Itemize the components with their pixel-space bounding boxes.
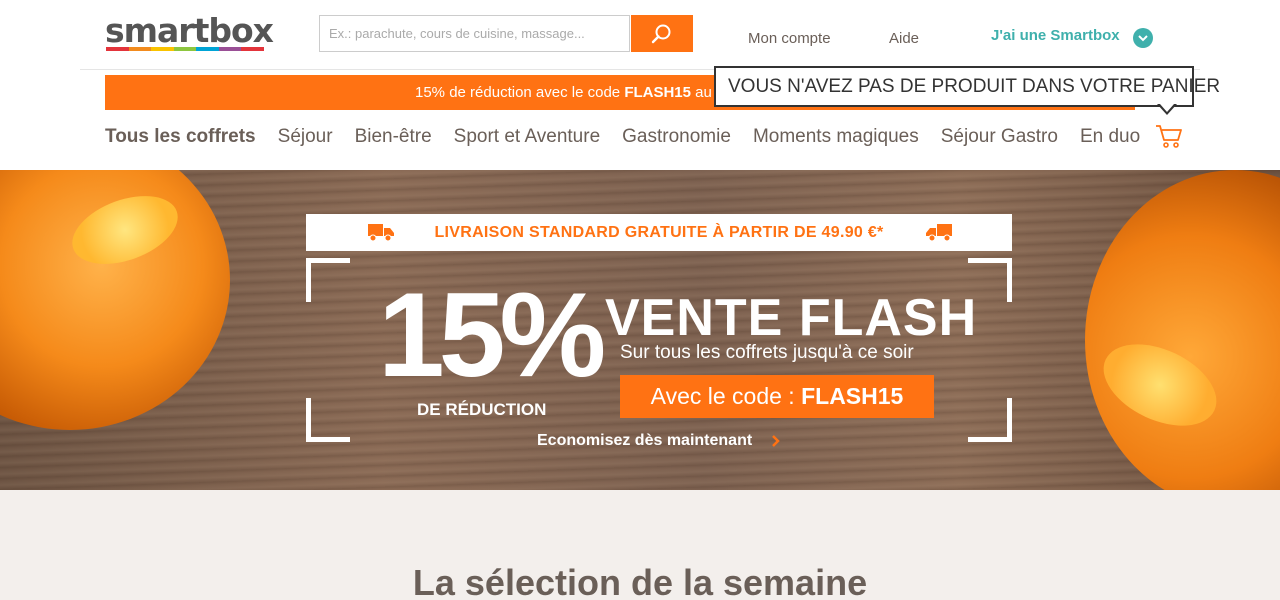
nav-item-bien-etre[interactable]: Bien-être — [355, 126, 432, 154]
search-input[interactable] — [319, 15, 630, 52]
nav-item-sport-aventure[interactable]: Sport et Aventure — [454, 126, 600, 154]
chevron-right-icon[interactable] — [771, 433, 781, 449]
promo-text-before: 15% de réduction avec le code — [415, 84, 625, 101]
code-value: FLASH15 — [801, 383, 904, 409]
promo-code: FLASH15 — [624, 84, 691, 101]
flash-sale-title: VENTE FLASH — [605, 289, 978, 347]
cart-icon[interactable] — [1155, 123, 1183, 153]
nav-item-sejour[interactable]: Séjour — [278, 126, 333, 154]
section-title: La sélection de la semaine — [412, 562, 868, 600]
pumpkin-right-image — [1085, 170, 1280, 490]
logo-bar-segment — [241, 47, 265, 51]
nav-item-gastronomie[interactable]: Gastronomie — [622, 126, 731, 154]
delivery-strip: LIVRAISON STANDARD GRATUITE À PARTIR DE … — [306, 214, 1012, 251]
site-header: smartbox Mon compte Aide J'ai une Smartb… — [0, 0, 1280, 70]
search-button[interactable] — [631, 15, 693, 52]
nav-item-sejour-gastro[interactable]: Séjour Gastro — [941, 126, 1058, 154]
truck-icon — [926, 224, 952, 242]
nav-item-moments-magiques[interactable]: Moments magiques — [753, 126, 919, 154]
logo-color-bar — [106, 47, 265, 51]
nav-item-tous-les-coffrets[interactable]: Tous les coffrets — [105, 126, 256, 154]
main-nav: Tous les coffrets Séjour Bien-être Sport… — [105, 126, 1162, 154]
logo-bar-segment — [196, 47, 219, 51]
discount-percent: 15% — [378, 268, 606, 402]
reduction-label: DE RÉDUCTION — [417, 400, 547, 419]
tooltip-arrow-inner — [1160, 104, 1174, 112]
help-link[interactable]: Aide — [889, 30, 919, 47]
code-prefix: Avec le code : — [650, 383, 802, 409]
logo-bar-segment — [128, 47, 152, 51]
logo-bar-segment — [106, 47, 129, 51]
flash-sale-subtitle: Sur tous les coffrets jusqu'à ce soir — [620, 342, 914, 363]
hero-banner[interactable]: LIVRAISON STANDARD GRATUITE À PARTIR DE … — [0, 170, 1280, 490]
nav-item-en-duo[interactable]: En duo — [1080, 126, 1140, 154]
smartbox-logo[interactable]: smartbox — [105, 14, 274, 48]
search-icon — [651, 24, 671, 43]
frame-corner-bottom-left — [306, 398, 350, 442]
delivery-text: LIVRAISON STANDARD GRATUITE À PARTIR DE … — [434, 223, 884, 241]
weekly-selection-section: La sélection de la semaine — [0, 490, 1280, 600]
promo-text-after: au — [691, 84, 712, 101]
cta-link[interactable]: Economisez dès maintenant — [537, 432, 752, 450]
cart-empty-tooltip: VOUS N'AVEZ PAS DE PRODUIT DANS VOTRE PA… — [714, 66, 1220, 107]
frame-corner-bottom-right — [968, 398, 1012, 442]
smartbox-link[interactable]: J'ai une Smartbox — [991, 27, 1120, 44]
promo-code-box: Avec le code : FLASH15 — [620, 375, 934, 418]
logo-bar-segment — [173, 47, 197, 51]
logo-bar-segment — [151, 47, 174, 51]
account-link[interactable]: Mon compte — [748, 30, 831, 47]
frame-corner-top-left — [306, 258, 350, 302]
truck-icon — [368, 224, 394, 242]
chevron-down-icon[interactable] — [1133, 28, 1153, 48]
logo-bar-segment — [218, 47, 242, 51]
